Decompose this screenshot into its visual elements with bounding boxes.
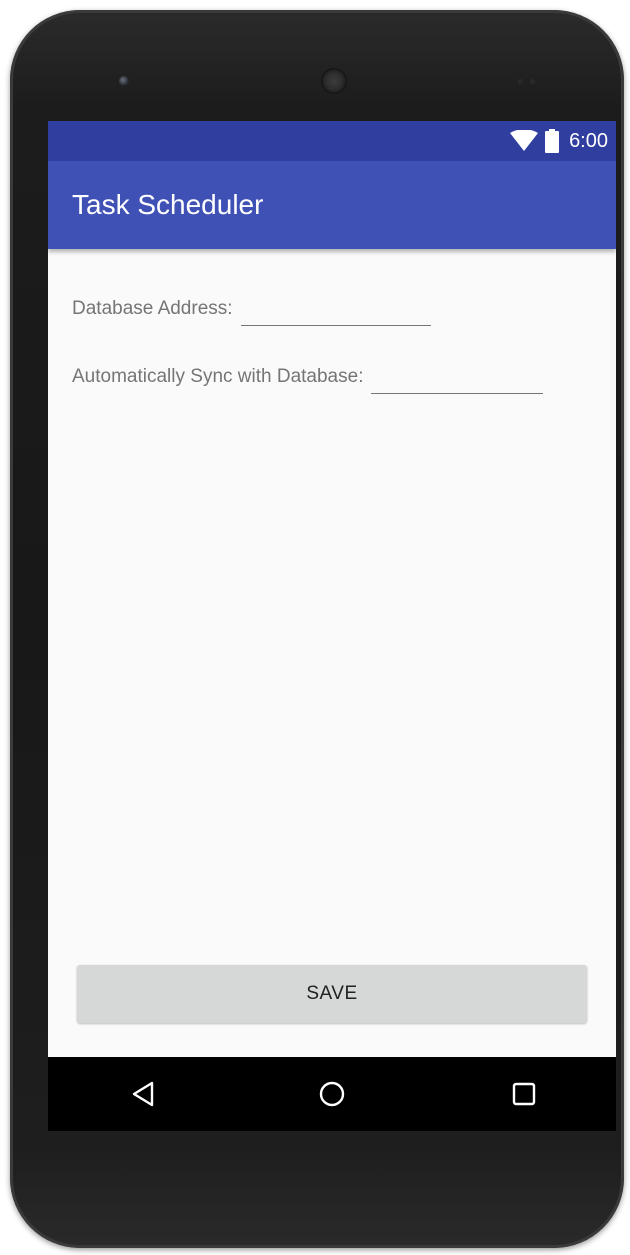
status-bar: 6:00 xyxy=(48,121,616,161)
wifi-icon xyxy=(509,130,539,152)
status-time: 6:00 xyxy=(569,129,608,152)
proximity-sensor xyxy=(518,79,523,84)
app-title: Task Scheduler xyxy=(72,189,264,220)
back-icon xyxy=(131,1081,155,1107)
front-camera xyxy=(119,76,129,86)
home-icon xyxy=(318,1080,346,1108)
database-address-row: Database Address: xyxy=(72,295,431,326)
app-bar: Task Scheduler xyxy=(48,161,616,249)
screen: 6:00 Task Scheduler Database Address: Au… xyxy=(48,121,616,1131)
navigation-bar xyxy=(48,1057,616,1131)
save-button[interactable]: SAVE xyxy=(77,965,587,1023)
settings-form: Database Address: Automatically Sync wit… xyxy=(48,249,616,1057)
recents-button[interactable] xyxy=(506,1076,542,1112)
back-button[interactable] xyxy=(125,1076,161,1112)
auto-sync-row: Automatically Sync with Database: xyxy=(72,363,544,394)
battery-icon xyxy=(545,129,560,153)
home-button[interactable] xyxy=(314,1076,350,1112)
auto-sync-input[interactable] xyxy=(371,363,544,394)
database-address-input[interactable] xyxy=(240,295,431,326)
recents-icon xyxy=(512,1082,536,1106)
earpiece-speaker xyxy=(321,68,347,94)
status-icons: 6:00 xyxy=(509,129,608,153)
phone-frame: 6:00 Task Scheduler Database Address: Au… xyxy=(10,10,624,1248)
light-sensor xyxy=(530,79,535,84)
database-address-label: Database Address: xyxy=(72,298,233,319)
auto-sync-label: Automatically Sync with Database: xyxy=(72,366,364,387)
